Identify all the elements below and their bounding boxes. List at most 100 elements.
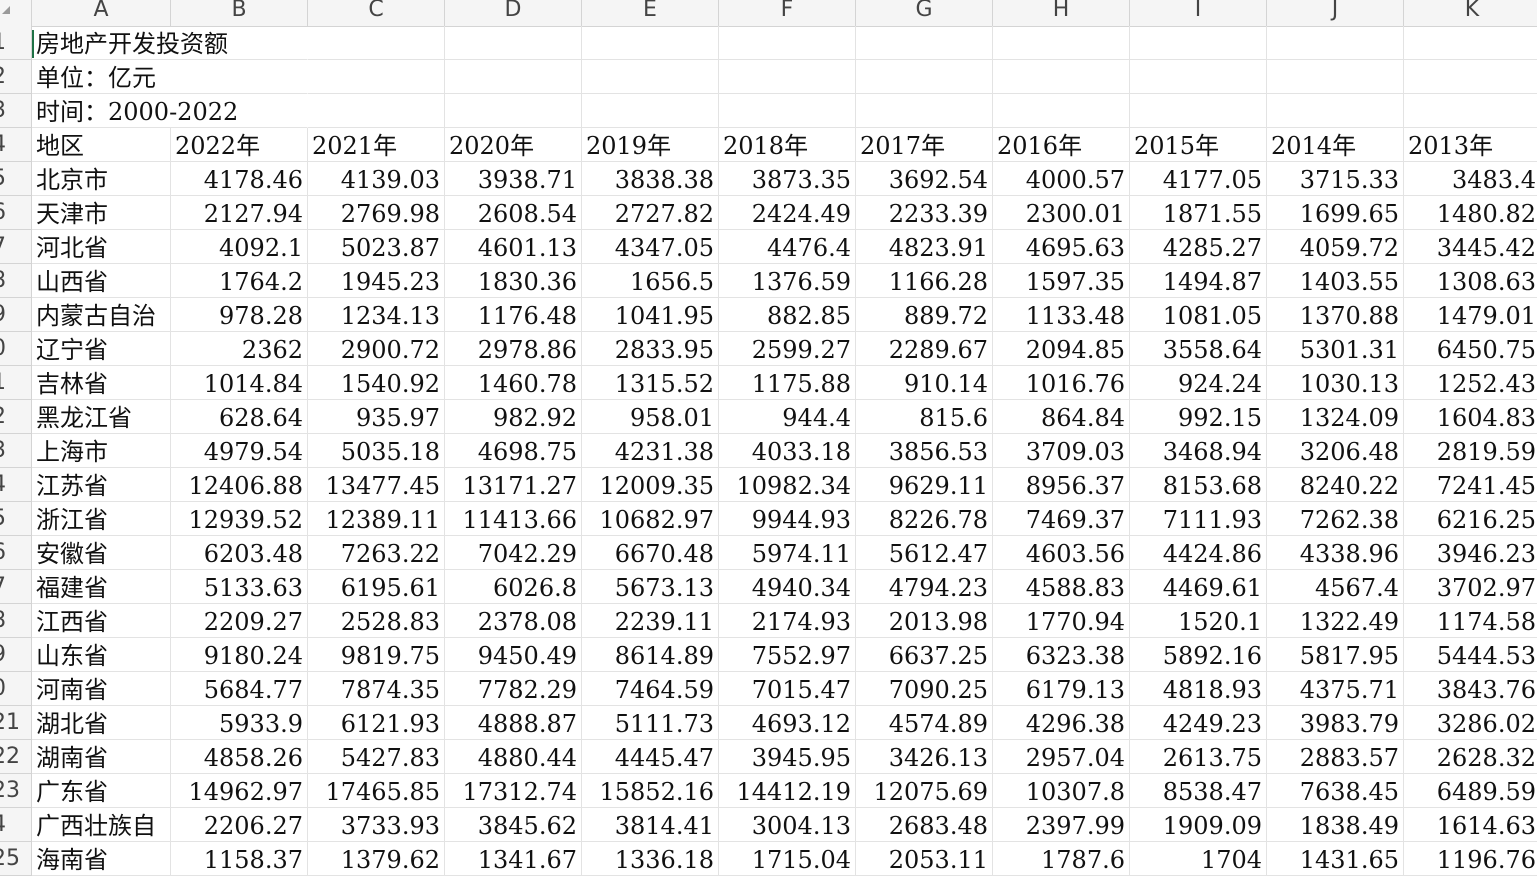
value-cell[interactable]: 7782.29 bbox=[445, 672, 582, 706]
value-cell[interactable]: 4092.1 bbox=[171, 230, 308, 264]
region-cell[interactable]: 浙江省 bbox=[32, 502, 171, 536]
empty-cell[interactable] bbox=[445, 94, 582, 128]
value-cell[interactable]: 10307.8 bbox=[993, 774, 1130, 808]
value-cell[interactable]: 2013.98 bbox=[856, 604, 993, 638]
value-cell[interactable]: 958.01 bbox=[582, 400, 719, 434]
value-cell[interactable]: 1041.95 bbox=[582, 298, 719, 332]
row-header-4[interactable]: 4 bbox=[0, 128, 31, 162]
cell-grid[interactable]: 房地产开发投资额 单位：亿元 时间：2000-2022 地区 2022年 2021年 202… bbox=[32, 26, 1537, 876]
value-cell[interactable]: 8153.68 bbox=[1130, 468, 1267, 502]
value-cell[interactable]: 910.14 bbox=[856, 366, 993, 400]
region-cell[interactable]: 湖南省 bbox=[32, 740, 171, 774]
title-cell[interactable]: 时间：2000-2022 bbox=[32, 94, 308, 128]
value-cell[interactable]: 3558.64 bbox=[1130, 332, 1267, 366]
value-cell[interactable]: 2528.83 bbox=[308, 604, 445, 638]
value-cell[interactable]: 935.97 bbox=[308, 400, 445, 434]
value-cell[interactable]: 4574.89 bbox=[856, 706, 993, 740]
select-all-corner[interactable] bbox=[0, 0, 32, 26]
value-cell[interactable]: 4347.05 bbox=[582, 230, 719, 264]
value-cell[interactable]: 9450.49 bbox=[445, 638, 582, 672]
empty-cell[interactable] bbox=[1267, 26, 1404, 60]
value-cell[interactable]: 3843.76 bbox=[1404, 672, 1537, 706]
value-cell[interactable]: 6026.8 bbox=[445, 570, 582, 604]
row-header-14[interactable]: 4 bbox=[0, 468, 31, 502]
empty-cell[interactable] bbox=[308, 26, 445, 60]
value-cell[interactable]: 17312.74 bbox=[445, 774, 582, 808]
region-cell[interactable]: 天津市 bbox=[32, 196, 171, 230]
value-cell[interactable]: 7111.93 bbox=[1130, 502, 1267, 536]
value-cell[interactable]: 7015.47 bbox=[719, 672, 856, 706]
value-cell[interactable]: 1604.83 bbox=[1404, 400, 1537, 434]
value-cell[interactable]: 1715.04 bbox=[719, 842, 856, 876]
region-cell[interactable]: 广东省 bbox=[32, 774, 171, 808]
value-cell[interactable]: 7263.22 bbox=[308, 536, 445, 570]
value-cell[interactable]: 15852.16 bbox=[582, 774, 719, 808]
empty-cell[interactable] bbox=[719, 60, 856, 94]
row-header-20[interactable]: 0 bbox=[0, 672, 31, 706]
value-cell[interactable]: 882.85 bbox=[719, 298, 856, 332]
empty-cell[interactable] bbox=[1404, 26, 1537, 60]
value-cell[interactable]: 4000.57 bbox=[993, 162, 1130, 196]
value-cell[interactable]: 1830.36 bbox=[445, 264, 582, 298]
value-cell[interactable]: 1704 bbox=[1130, 842, 1267, 876]
year-header-cell[interactable]: 2019年 bbox=[582, 128, 719, 162]
value-cell[interactable]: 6450.75 bbox=[1404, 332, 1537, 366]
value-cell[interactable]: 1787.6 bbox=[993, 842, 1130, 876]
row-header-13[interactable]: 3 bbox=[0, 434, 31, 468]
value-cell[interactable]: 4285.27 bbox=[1130, 230, 1267, 264]
value-cell[interactable]: 1014.84 bbox=[171, 366, 308, 400]
value-cell[interactable]: 3838.38 bbox=[582, 162, 719, 196]
column-header-c[interactable]: C bbox=[308, 0, 445, 26]
region-cell[interactable]: 辽宁省 bbox=[32, 332, 171, 366]
value-cell[interactable]: 1308.63 bbox=[1404, 264, 1537, 298]
value-cell[interactable]: 1597.35 bbox=[993, 264, 1130, 298]
value-cell[interactable]: 1540.92 bbox=[308, 366, 445, 400]
region-cell[interactable]: 吉林省 bbox=[32, 366, 171, 400]
value-cell[interactable]: 1431.65 bbox=[1267, 842, 1404, 876]
row-header-25[interactable]: 25 bbox=[0, 842, 31, 876]
value-cell[interactable]: 14412.19 bbox=[719, 774, 856, 808]
value-cell[interactable]: 3983.79 bbox=[1267, 706, 1404, 740]
empty-cell[interactable] bbox=[993, 60, 1130, 94]
value-cell[interactable]: 9629.11 bbox=[856, 468, 993, 502]
region-cell[interactable]: 江西省 bbox=[32, 604, 171, 638]
region-cell[interactable]: 福建省 bbox=[32, 570, 171, 604]
value-cell[interactable]: 5301.31 bbox=[1267, 332, 1404, 366]
value-cell[interactable]: 5035.18 bbox=[308, 434, 445, 468]
empty-cell[interactable] bbox=[582, 94, 719, 128]
value-cell[interactable]: 4823.91 bbox=[856, 230, 993, 264]
value-cell[interactable]: 1770.94 bbox=[993, 604, 1130, 638]
value-cell[interactable]: 1403.55 bbox=[1267, 264, 1404, 298]
value-cell[interactable]: 5892.16 bbox=[1130, 638, 1267, 672]
row-header-6[interactable]: 6 bbox=[0, 196, 31, 230]
value-cell[interactable]: 889.72 bbox=[856, 298, 993, 332]
value-cell[interactable]: 1081.05 bbox=[1130, 298, 1267, 332]
value-cell[interactable]: 2053.11 bbox=[856, 842, 993, 876]
empty-cell[interactable] bbox=[856, 94, 993, 128]
value-cell[interactable]: 17465.85 bbox=[308, 774, 445, 808]
empty-cell[interactable] bbox=[1130, 94, 1267, 128]
value-cell[interactable]: 4880.44 bbox=[445, 740, 582, 774]
region-cell[interactable]: 海南省 bbox=[32, 842, 171, 876]
title-cell[interactable]: 房地产开发投资额 bbox=[32, 26, 308, 60]
region-cell[interactable]: 河北省 bbox=[32, 230, 171, 264]
column-header-j[interactable]: J bbox=[1267, 0, 1404, 26]
value-cell[interactable]: 4059.72 bbox=[1267, 230, 1404, 264]
value-cell[interactable]: 3206.48 bbox=[1267, 434, 1404, 468]
value-cell[interactable]: 628.64 bbox=[171, 400, 308, 434]
value-cell[interactable]: 3286.02 bbox=[1404, 706, 1537, 740]
value-cell[interactable]: 2233.39 bbox=[856, 196, 993, 230]
value-cell[interactable]: 4445.47 bbox=[582, 740, 719, 774]
value-cell[interactable]: 1196.76 bbox=[1404, 842, 1537, 876]
value-cell[interactable]: 4794.23 bbox=[856, 570, 993, 604]
value-cell[interactable]: 1494.87 bbox=[1130, 264, 1267, 298]
value-cell[interactable]: 944.4 bbox=[719, 400, 856, 434]
title-cell[interactable]: 单位：亿元 bbox=[32, 60, 308, 94]
value-cell[interactable]: 2628.32 bbox=[1404, 740, 1537, 774]
value-cell[interactable]: 1838.49 bbox=[1267, 808, 1404, 842]
value-cell[interactable]: 2978.86 bbox=[445, 332, 582, 366]
row-header-10[interactable]: 0 bbox=[0, 332, 31, 366]
value-cell[interactable]: 3483.4 bbox=[1404, 162, 1537, 196]
region-cell[interactable]: 黑龙江省 bbox=[32, 400, 171, 434]
value-cell[interactable]: 3845.62 bbox=[445, 808, 582, 842]
